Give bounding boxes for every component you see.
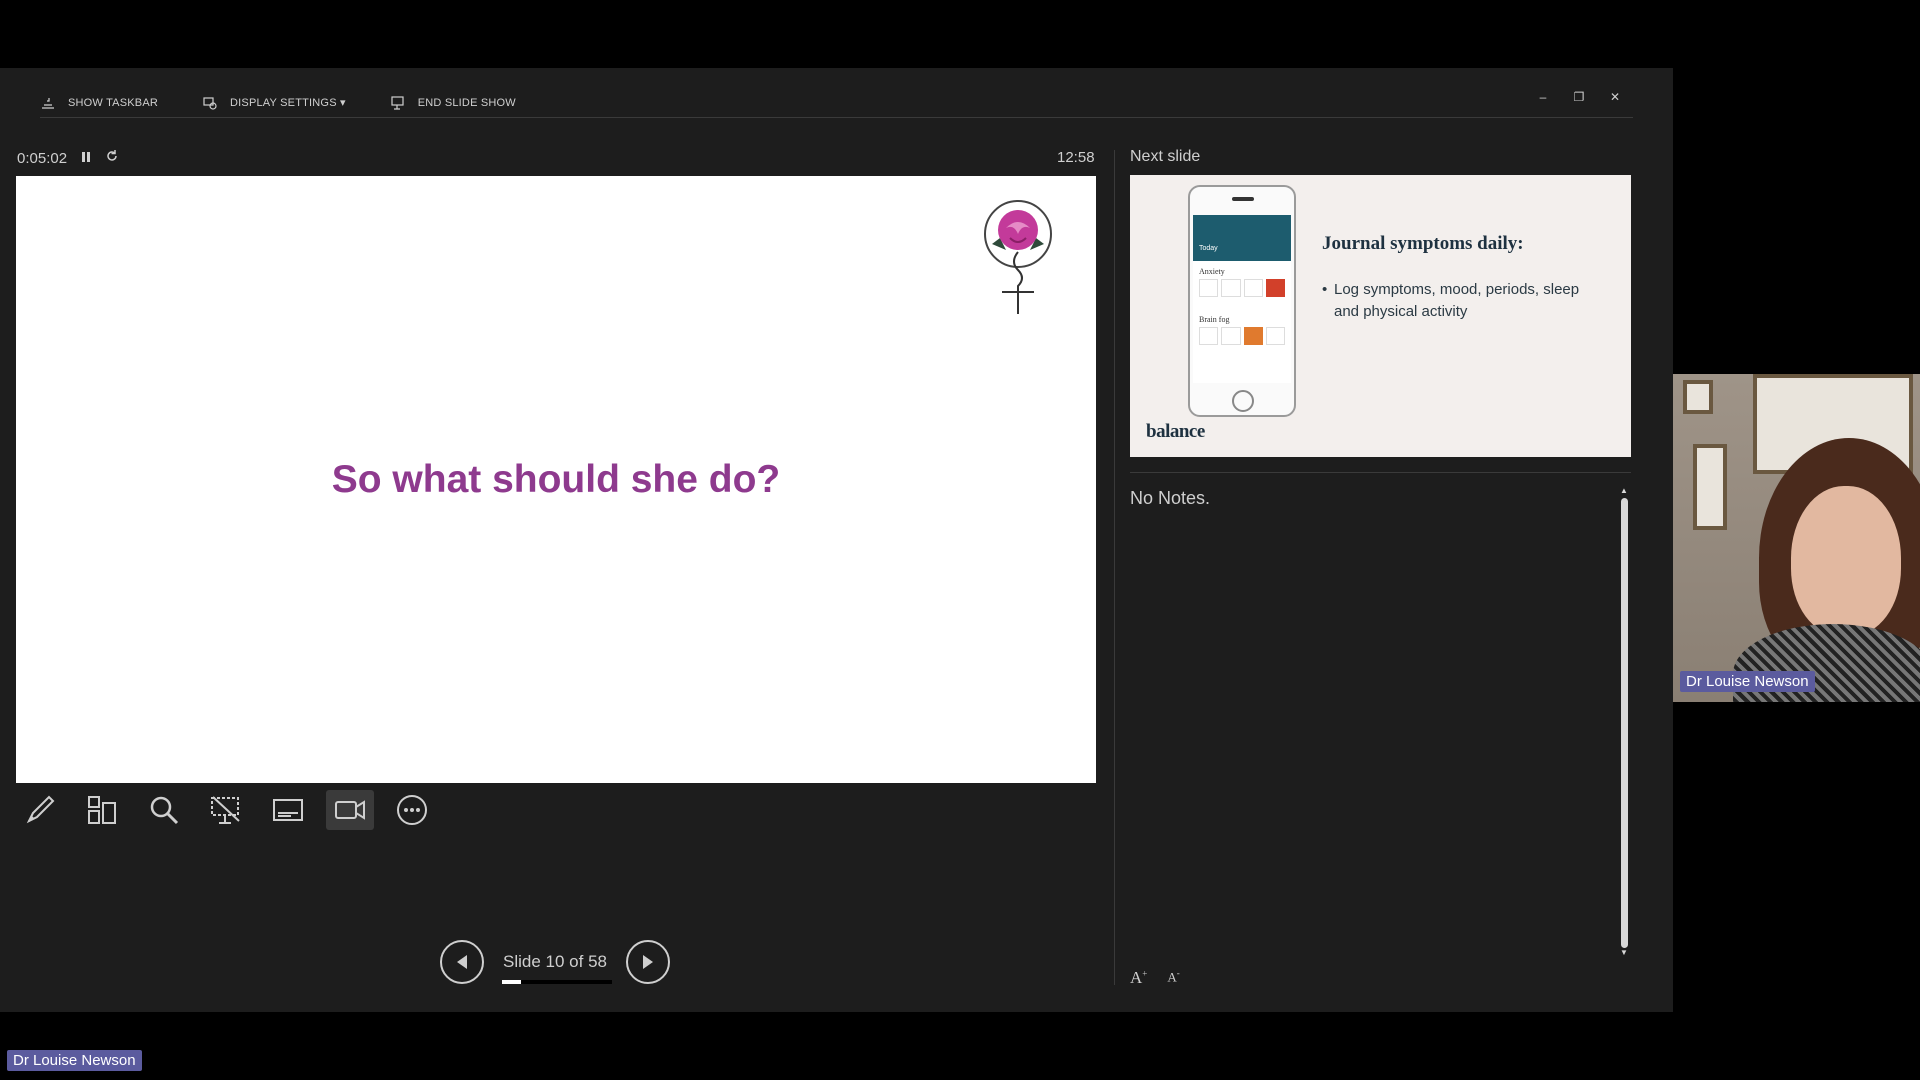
pause-icon[interactable] xyxy=(81,150,91,167)
end-slide-show-label: END SLIDE SHOW xyxy=(417,96,516,109)
slide-progress-fill xyxy=(502,980,521,984)
wall-frame xyxy=(1683,380,1713,414)
phone-option xyxy=(1221,279,1241,297)
clock: 12:58 xyxy=(1057,149,1095,166)
slide-timer: 0:05:02 xyxy=(17,149,119,167)
see-all-slides-button[interactable] xyxy=(78,790,126,830)
window-controls: – ❐ ✕ xyxy=(1537,90,1621,104)
presentation-icon xyxy=(211,796,240,824)
elapsed-time: 0:05:02 xyxy=(17,149,68,167)
phone-section-anxiety: Anxiety xyxy=(1199,267,1225,276)
current-slide[interactable]: So what should she do? xyxy=(16,176,1096,783)
phone-screen: Today Anxiety Brain fog xyxy=(1193,215,1291,383)
pen-icon xyxy=(26,795,55,824)
presenter-view: SHOW TASKBAR DISPLAY SETTINGS ▾ END SLID… xyxy=(0,68,1673,1012)
subtitles-icon xyxy=(273,799,303,821)
next-slide-bullet: Log symptoms, mood, periods, sleep and p… xyxy=(1322,279,1582,323)
next-slide-bullets: Log symptoms, mood, periods, sleep and p… xyxy=(1322,279,1582,323)
camera-toggle-button[interactable] xyxy=(326,790,374,830)
triangle-right-icon xyxy=(643,955,653,969)
grid-icon xyxy=(88,796,116,824)
phone-header: Today xyxy=(1193,215,1291,261)
phone-speaker xyxy=(1232,197,1254,201)
scroll-down-icon[interactable]: ▼ xyxy=(1620,948,1628,957)
close-icon[interactable]: ✕ xyxy=(1609,90,1621,104)
restart-icon[interactable] xyxy=(105,149,119,167)
next-slide-title: Journal symptoms daily: xyxy=(1322,233,1524,254)
phone-option xyxy=(1221,327,1241,345)
taskbar-icon xyxy=(42,97,54,109)
minimize-icon[interactable]: – xyxy=(1537,90,1549,104)
end-slide-show-button[interactable]: END SLIDE SHOW xyxy=(390,95,516,111)
display-settings-button[interactable]: DISPLAY SETTINGS ▾ xyxy=(202,95,346,111)
phone-illustration: Today Anxiety Brain fog xyxy=(1188,185,1296,417)
next-slide-label: Next slide xyxy=(1130,148,1201,165)
participant-video xyxy=(1673,374,1920,702)
pen-tool-button[interactable] xyxy=(16,790,64,830)
scroll-thumb[interactable] xyxy=(1621,498,1628,948)
brand-logo: balance xyxy=(1146,421,1205,442)
phone-row-anxiety xyxy=(1193,279,1291,297)
subtitles-button[interactable] xyxy=(264,790,312,830)
chevron-down-icon: ▾ xyxy=(340,97,346,109)
presenter-toolbar: SHOW TASKBAR DISPLAY SETTINGS ▾ END SLID… xyxy=(40,88,1633,118)
phone-option-selected xyxy=(1265,279,1285,297)
participant-name-tag: Dr Louise Newson xyxy=(1680,671,1815,692)
active-speaker-name-tag: Dr Louise Newson xyxy=(7,1050,142,1071)
phone-option-selected xyxy=(1243,327,1263,345)
phone-option xyxy=(1243,279,1263,297)
slide-counter: Slide 10 of 58 xyxy=(503,952,607,971)
phone-option xyxy=(1199,279,1219,297)
notes-separator xyxy=(1130,472,1631,473)
next-slide-preview[interactable]: Today Anxiety Brain fog Journal symptoms… xyxy=(1130,175,1631,457)
zoom-button[interactable] xyxy=(140,790,188,830)
display-settings-icon xyxy=(203,96,217,110)
phone-home-button xyxy=(1232,390,1254,412)
show-taskbar-label: SHOW TASKBAR xyxy=(68,96,159,109)
phone-option xyxy=(1199,327,1219,345)
phone-section-brain-fog: Brain fog xyxy=(1199,315,1230,324)
rose-logo-icon xyxy=(984,200,1052,314)
speaker-notes[interactable]: No Notes. xyxy=(1130,488,1210,509)
show-taskbar-button[interactable]: SHOW TASKBAR xyxy=(40,95,158,111)
previous-slide-button[interactable] xyxy=(440,940,484,984)
increase-font-button[interactable]: A+ xyxy=(1130,968,1147,988)
presenter-tools xyxy=(16,790,436,830)
end-show-icon xyxy=(391,95,404,110)
magnifier-icon xyxy=(150,796,179,825)
decrease-font-button[interactable]: A- xyxy=(1167,968,1179,988)
camera-icon xyxy=(335,800,365,820)
slide-progress-bar xyxy=(502,980,612,984)
restore-icon[interactable]: ❐ xyxy=(1573,90,1585,104)
black-screen-button[interactable] xyxy=(202,790,250,830)
next-slide-button[interactable] xyxy=(626,940,670,984)
person-face xyxy=(1791,486,1901,636)
notes-scrollbar[interactable]: ▲ ▼ xyxy=(1618,486,1632,958)
wall-frame xyxy=(1693,444,1727,530)
panel-divider[interactable] xyxy=(1114,150,1115,985)
phone-option xyxy=(1265,327,1285,345)
slide-navigation: Slide 10 of 58 xyxy=(440,940,670,984)
font-size-controls: A+ A- xyxy=(1130,968,1180,988)
more-options-button[interactable] xyxy=(388,790,436,830)
display-settings-label: DISPLAY SETTINGS ▾ xyxy=(230,97,346,109)
slide-title: So what should she do? xyxy=(331,458,781,501)
more-icon xyxy=(397,795,427,825)
phone-row-brain-fog xyxy=(1193,327,1291,345)
scroll-up-icon[interactable]: ▲ xyxy=(1620,486,1628,495)
triangle-left-icon xyxy=(457,955,467,969)
